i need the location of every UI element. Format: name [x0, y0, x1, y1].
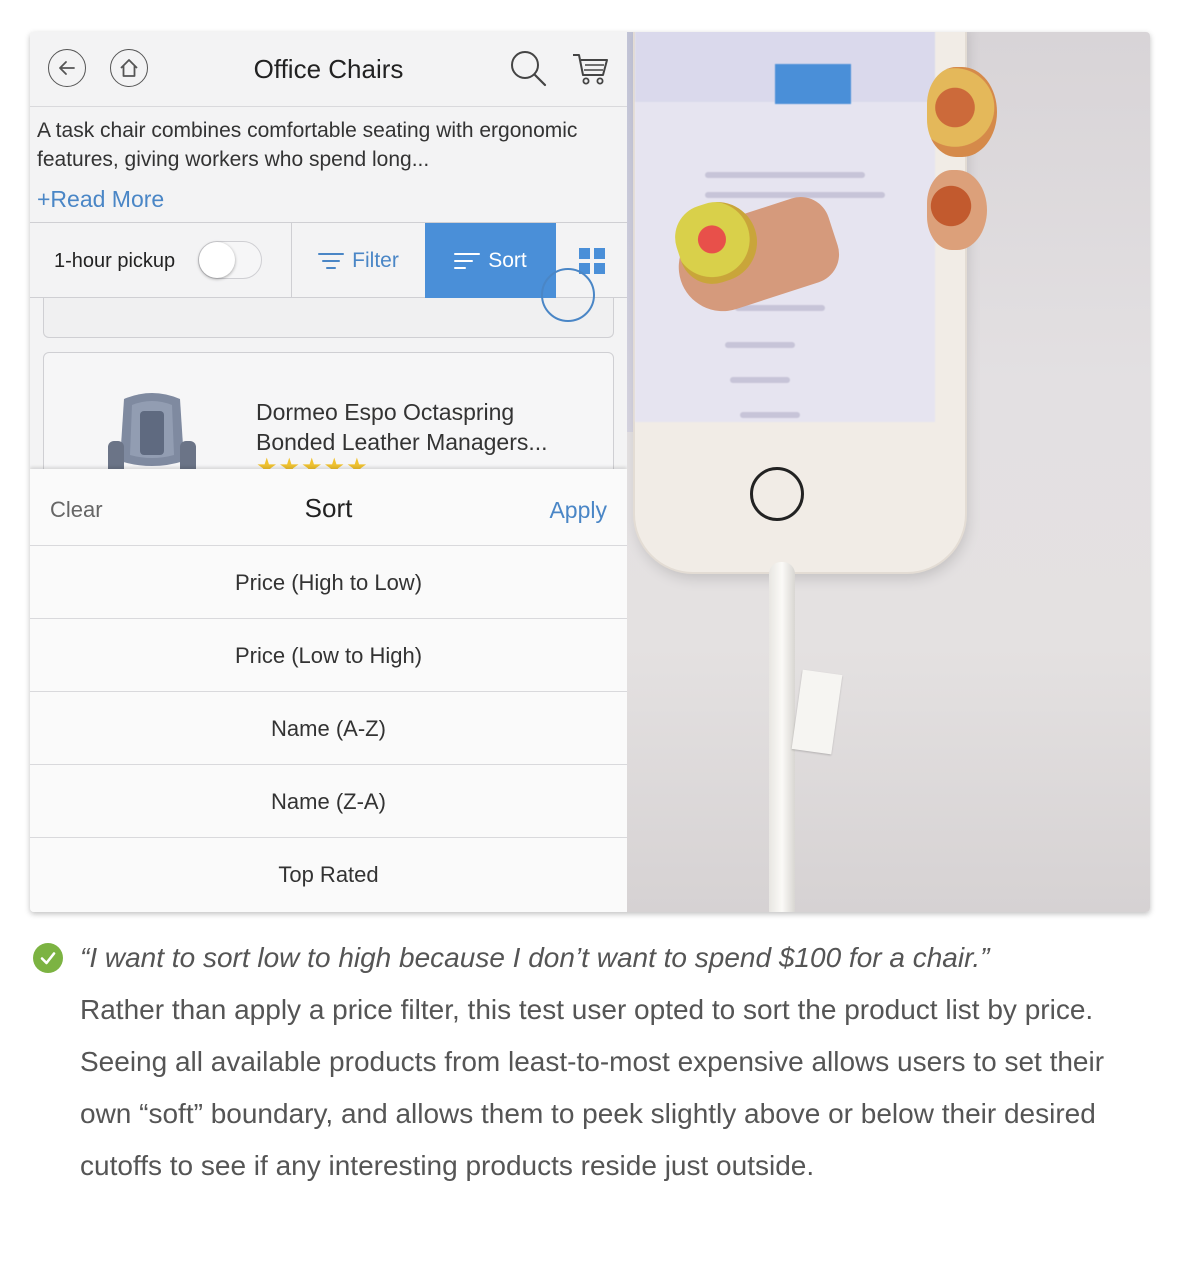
app-screen: Office Chairs A task chair combines comf… — [30, 32, 627, 912]
filter-button[interactable]: Filter — [292, 223, 425, 299]
sort-sheet-header: Clear Sort Apply — [30, 469, 627, 546]
pickup-filter: 1-hour pickup — [30, 223, 292, 299]
pickup-toggle[interactable] — [198, 241, 262, 279]
phone-screen-text — [735, 305, 825, 311]
sort-option-name-a-z[interactable]: Name (A-Z) — [30, 692, 627, 765]
sort-option-top-rated[interactable]: Top Rated — [30, 838, 627, 911]
read-more-link[interactable]: +Read More — [37, 186, 164, 213]
pickup-label: 1-hour pickup — [54, 250, 176, 272]
sort-option-price-high-low[interactable]: Price (High to Low) — [30, 546, 627, 619]
sort-label: Sort — [488, 249, 527, 272]
search-icon — [511, 51, 547, 87]
phone-screen-text — [725, 342, 795, 348]
toggle-knob — [199, 242, 235, 278]
filter-label: Filter — [352, 249, 399, 272]
cart-button[interactable] — [570, 48, 610, 93]
sort-button[interactable]: Sort — [425, 223, 556, 299]
phone-screen-text — [705, 172, 865, 178]
phone-device — [635, 32, 965, 572]
phone-screen-text — [730, 377, 790, 383]
apply-button[interactable]: Apply — [549, 497, 607, 524]
sort-icon — [454, 253, 481, 269]
card-action-button[interactable] — [541, 268, 595, 322]
product-name: Dormeo Espo Octaspring Bonded Leather Ma… — [256, 399, 548, 455]
sort-sheet: Clear Sort Apply Price (High to Low) Pri… — [30, 469, 627, 912]
phone-screen-text — [740, 412, 800, 418]
screenshot-figure: Office Chairs A task chair combines comf… — [30, 32, 1150, 912]
sort-sheet-title: Sort — [304, 493, 353, 523]
user-quote: “I want to sort low to high because I do… — [80, 942, 990, 973]
previous-product-card[interactable] — [43, 268, 614, 338]
user-test-photo — [627, 32, 1150, 912]
cart-icon — [573, 54, 608, 85]
user-fingernail — [927, 170, 987, 250]
list-toolbar: 1-hour pickup Filter Sort — [30, 222, 627, 299]
filter-icon — [318, 253, 345, 269]
user-fingernail — [927, 67, 997, 157]
check-icon — [33, 943, 63, 973]
phone-home-button — [750, 467, 804, 521]
charging-cable — [769, 562, 795, 912]
caption-body: Rather than apply a price filter, this t… — [80, 994, 1105, 1181]
sort-option-name-z-a[interactable]: Name (Z-A) — [30, 765, 627, 838]
cable-tag — [791, 669, 843, 755]
sort-option-price-low-high[interactable]: Price (Low to High) — [30, 619, 627, 692]
phone-screen-sort-button — [775, 64, 851, 104]
search-button[interactable] — [508, 48, 548, 93]
nav-bar: Office Chairs — [30, 32, 627, 107]
category-description: A task chair combines comfortable seatin… — [37, 119, 578, 171]
